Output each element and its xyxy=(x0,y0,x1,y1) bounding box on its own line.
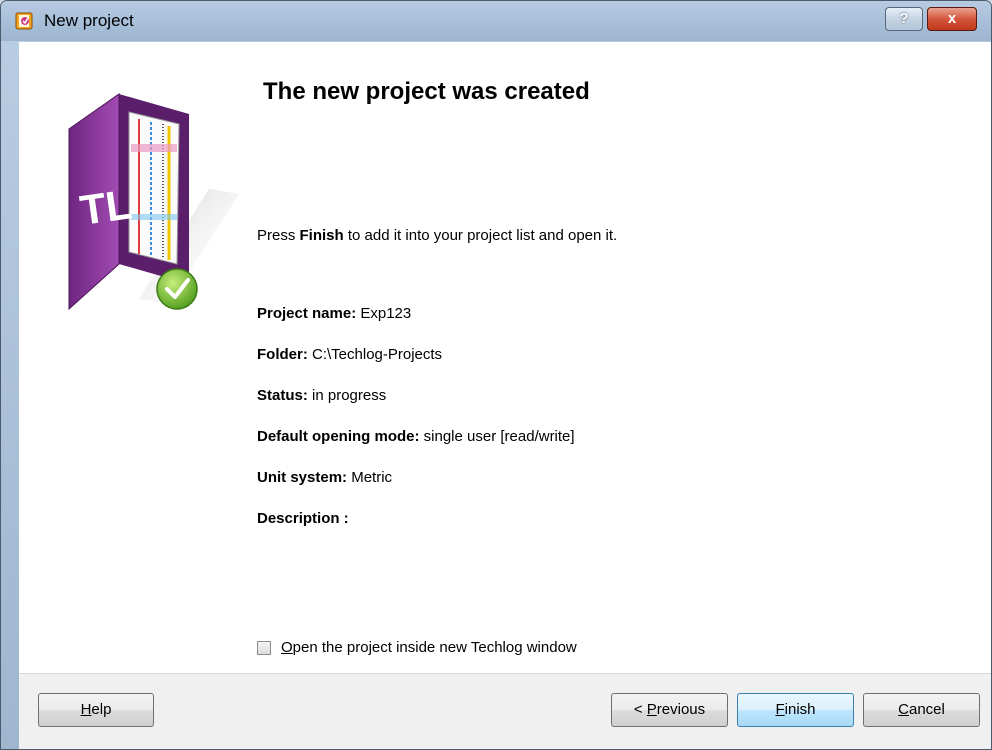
description-row: Description : xyxy=(257,510,349,527)
project-name-value: Exp123 xyxy=(356,305,412,322)
new-project-dialog: New project ? x TL The new project was c… xyxy=(0,0,992,750)
open-new-window-label-rest: pen the project inside new Techlog windo… xyxy=(292,639,577,656)
instruction-suffix: to add it into your project list and ope… xyxy=(343,227,618,244)
cancel-button[interactable]: Cancel xyxy=(863,693,980,727)
folder-label: Folder: xyxy=(257,346,308,363)
open-new-window-checkbox[interactable] xyxy=(257,640,271,655)
opening-mode-label: Default opening mode: xyxy=(257,428,420,445)
button-bar: Help < Previous Finish Cancel xyxy=(19,673,991,749)
open-new-window-accel: O xyxy=(281,639,293,656)
status-label: Status: xyxy=(257,387,308,404)
help-accel: H xyxy=(80,701,92,718)
opening-mode-row: Default opening mode: single user [read/… xyxy=(257,428,575,445)
techlog-app-icon xyxy=(15,12,33,30)
techlog-folder-logo: TL xyxy=(68,93,239,311)
instruction-finish-word: Finish xyxy=(299,227,344,244)
title-bar[interactable]: New project ? x xyxy=(1,1,991,41)
open-new-window-option[interactable]: Open the project inside new Techlog wind… xyxy=(257,639,577,656)
check-icon xyxy=(156,268,198,310)
help-titlebar-button[interactable]: ? xyxy=(885,7,923,31)
help-label-rest: elp xyxy=(91,701,112,718)
project-name-row: Project name: Exp123 xyxy=(257,305,411,322)
opening-mode-value: single user [read/write] xyxy=(419,428,575,445)
unit-system-value: Metric xyxy=(347,469,393,486)
close-button[interactable]: x xyxy=(927,7,977,31)
svg-text:TL: TL xyxy=(77,180,134,234)
previous-label-rest: revious xyxy=(656,701,706,718)
instruction-text: Press Finish to add it into your project… xyxy=(257,227,617,244)
description-label: Description : xyxy=(257,510,349,527)
unit-system-row: Unit system: Metric xyxy=(257,469,392,486)
previous-prefix: < xyxy=(633,701,647,718)
folder-value: C:\Techlog-Projects xyxy=(307,346,443,363)
status-row: Status: in progress xyxy=(257,387,386,404)
folder-row: Folder: C:\Techlog-Projects xyxy=(257,346,442,363)
help-button[interactable]: Help xyxy=(38,693,154,727)
project-name-label: Project name: xyxy=(257,305,357,322)
cancel-label-rest: ancel xyxy=(908,701,945,718)
open-new-window-label[interactable]: Open the project inside new Techlog wind… xyxy=(281,639,577,656)
finish-button[interactable]: Finish xyxy=(737,693,854,727)
page-heading: The new project was created xyxy=(263,78,590,105)
status-value: in progress xyxy=(307,387,387,404)
unit-system-label: Unit system: xyxy=(257,469,348,486)
wizard-content: TL The new project was created Press Fin… xyxy=(19,42,991,673)
finish-label-rest: inish xyxy=(784,701,816,718)
previous-button[interactable]: < Previous xyxy=(611,693,728,727)
finish-accel: F xyxy=(775,701,785,718)
instruction-prefix: Press xyxy=(257,227,300,244)
window-title: New project xyxy=(44,11,134,30)
cancel-accel: C xyxy=(898,701,909,718)
previous-accel: P xyxy=(646,701,657,718)
